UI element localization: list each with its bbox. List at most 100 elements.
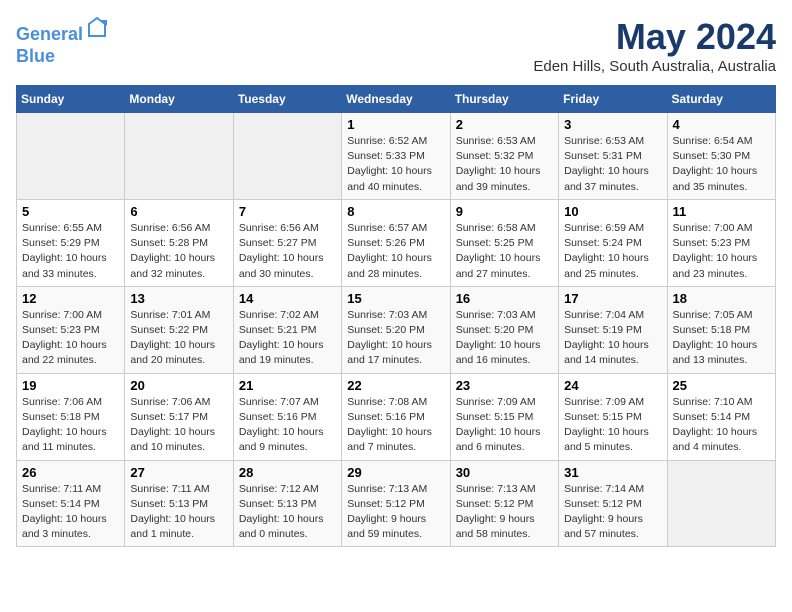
calendar-cell: 15 Sunrise: 7:03 AM Sunset: 5:20 PM Dayli…: [342, 286, 450, 373]
calendar-cell: [125, 113, 233, 200]
calendar-cell: 2 Sunrise: 6:53 AM Sunset: 5:32 PM Daylig…: [450, 113, 558, 200]
cell-content: Sunrise: 7:04 AM Sunset: 5:19 PM Dayligh…: [564, 308, 661, 369]
calendar-cell: 24 Sunrise: 7:09 AM Sunset: 5:15 PM Dayli…: [559, 373, 667, 460]
cell-content: Sunrise: 7:05 AM Sunset: 5:18 PM Dayligh…: [673, 308, 770, 369]
cell-content: Sunrise: 7:06 AM Sunset: 5:18 PM Dayligh…: [22, 395, 119, 456]
day-number: 4: [673, 117, 770, 132]
day-number: 30: [456, 465, 553, 480]
day-number: 15: [347, 291, 444, 306]
calendar-table: SundayMondayTuesdayWednesdayThursdayFrid…: [16, 85, 776, 547]
day-number: 31: [564, 465, 661, 480]
calendar-cell: 6 Sunrise: 6:56 AM Sunset: 5:28 PM Daylig…: [125, 199, 233, 286]
calendar-header-row: SundayMondayTuesdayWednesdayThursdayFrid…: [17, 86, 776, 113]
day-number: 22: [347, 378, 444, 393]
day-number: 2: [456, 117, 553, 132]
cell-content: Sunrise: 6:56 AM Sunset: 5:28 PM Dayligh…: [130, 221, 227, 282]
cell-content: Sunrise: 7:11 AM Sunset: 5:14 PM Dayligh…: [22, 482, 119, 543]
calendar-cell: 13Sunrise: 7:01 AM Sunset: 5:22 PM Dayli…: [125, 286, 233, 373]
calendar-cell: [17, 113, 125, 200]
cell-content: Sunrise: 7:00 AM Sunset: 5:23 PM Dayligh…: [673, 221, 770, 282]
calendar-cell: 4Sunrise: 6:54 AM Sunset: 5:30 PM Daylig…: [667, 113, 775, 200]
calendar-cell: 17 Sunrise: 7:04 AM Sunset: 5:19 PM Dayli…: [559, 286, 667, 373]
cell-content: Sunrise: 7:00 AM Sunset: 5:23 PM Dayligh…: [22, 308, 119, 369]
day-number: 25: [673, 378, 770, 393]
day-number: 29: [347, 465, 444, 480]
cell-content: Sunrise: 7:13 AM Sunset: 5:12 PM Dayligh…: [347, 482, 444, 543]
cell-content: Sunrise: 7:06 AM Sunset: 5:17 PM Dayligh…: [130, 395, 227, 456]
calendar-cell: 30 Sunrise: 7:13 AM Sunset: 5:12 PM Dayli…: [450, 460, 558, 547]
calendar-cell: 3 Sunrise: 6:53 AM Sunset: 5:31 PM Daylig…: [559, 113, 667, 200]
day-number: 16: [456, 291, 553, 306]
cell-content: Sunrise: 7:12 AM Sunset: 5:13 PM Dayligh…: [239, 482, 336, 543]
calendar-cell: 25 Sunrise: 7:10 AM Sunset: 5:14 PM Dayli…: [667, 373, 775, 460]
calendar-cell: 5 Sunrise: 6:55 AM Sunset: 5:29 PM Daylig…: [17, 199, 125, 286]
cell-content: Sunrise: 6:59 AM Sunset: 5:24 PM Dayligh…: [564, 221, 661, 282]
day-number: 17: [564, 291, 661, 306]
cell-content: Sunrise: 7:03 AM Sunset: 5:20 PM Dayligh…: [347, 308, 444, 369]
calendar-cell: 9Sunrise: 6:58 AM Sunset: 5:25 PM Daylig…: [450, 199, 558, 286]
day-of-week-header: Wednesday: [342, 86, 450, 113]
calendar-cell: 23 Sunrise: 7:09 AM Sunset: 5:15 PM Dayli…: [450, 373, 558, 460]
calendar-cell: 12 Sunrise: 7:00 AM Sunset: 5:23 PM Dayli…: [17, 286, 125, 373]
day-number: 26: [22, 465, 119, 480]
calendar-cell: 22 Sunrise: 7:08 AM Sunset: 5:16 PM Dayli…: [342, 373, 450, 460]
day-number: 18: [673, 291, 770, 306]
cell-content: Sunrise: 6:53 AM Sunset: 5:32 PM Dayligh…: [456, 134, 553, 195]
calendar-cell: 27 Sunrise: 7:11 AM Sunset: 5:13 PM Dayli…: [125, 460, 233, 547]
day-number: 6: [130, 204, 227, 219]
day-number: 1: [347, 117, 444, 132]
calendar-cell: 21 Sunrise: 7:07 AM Sunset: 5:16 PM Dayli…: [233, 373, 341, 460]
cell-content: Sunrise: 7:07 AM Sunset: 5:16 PM Dayligh…: [239, 395, 336, 456]
day-number: 24: [564, 378, 661, 393]
cell-content: Sunrise: 6:58 AM Sunset: 5:25 PM Dayligh…: [456, 221, 553, 282]
calendar-cell: 20 Sunrise: 7:06 AM Sunset: 5:17 PM Dayli…: [125, 373, 233, 460]
cell-content: Sunrise: 7:08 AM Sunset: 5:16 PM Dayligh…: [347, 395, 444, 456]
cell-content: Sunrise: 7:10 AM Sunset: 5:14 PM Dayligh…: [673, 395, 770, 456]
day-number: 3: [564, 117, 661, 132]
calendar-week-row: 5 Sunrise: 6:55 AM Sunset: 5:29 PM Daylig…: [17, 199, 776, 286]
cell-content: Sunrise: 7:09 AM Sunset: 5:15 PM Dayligh…: [456, 395, 553, 456]
day-number: 5: [22, 204, 119, 219]
calendar-cell: 28 Sunrise: 7:12 AM Sunset: 5:13 PM Dayli…: [233, 460, 341, 547]
calendar-cell: 8Sunrise: 6:57 AM Sunset: 5:26 PM Daylig…: [342, 199, 450, 286]
day-number: 21: [239, 378, 336, 393]
calendar-cell: 18 Sunrise: 7:05 AM Sunset: 5:18 PM Dayli…: [667, 286, 775, 373]
calendar-body: 1 Sunrise: 6:52 AM Sunset: 5:33 PM Daylig…: [17, 113, 776, 547]
cell-content: Sunrise: 7:11 AM Sunset: 5:13 PM Dayligh…: [130, 482, 227, 543]
calendar-week-row: 1 Sunrise: 6:52 AM Sunset: 5:33 PM Daylig…: [17, 113, 776, 200]
day-number: 20: [130, 378, 227, 393]
day-number: 12: [22, 291, 119, 306]
page-header: General Blue May 2024 Eden Hills, South …: [16, 16, 776, 75]
day-number: 8: [347, 204, 444, 219]
calendar-week-row: 12 Sunrise: 7:00 AM Sunset: 5:23 PM Dayli…: [17, 286, 776, 373]
cell-content: Sunrise: 7:13 AM Sunset: 5:12 PM Dayligh…: [456, 482, 553, 543]
title-block: May 2024 Eden Hills, South Australia, Au…: [533, 16, 776, 75]
day-number: 19: [22, 378, 119, 393]
calendar-cell: 29 Sunrise: 7:13 AM Sunset: 5:12 PM Dayli…: [342, 460, 450, 547]
month-title: May 2024: [533, 16, 776, 58]
day-number: 7: [239, 204, 336, 219]
day-number: 23: [456, 378, 553, 393]
cell-content: Sunrise: 7:01 AM Sunset: 5:22 PM Dayligh…: [130, 308, 227, 369]
cell-content: Sunrise: 7:02 AM Sunset: 5:21 PM Dayligh…: [239, 308, 336, 369]
day-of-week-header: Monday: [125, 86, 233, 113]
day-number: 11: [673, 204, 770, 219]
calendar-cell: 16Sunrise: 7:03 AM Sunset: 5:20 PM Dayli…: [450, 286, 558, 373]
calendar-cell: 10Sunrise: 6:59 AM Sunset: 5:24 PM Dayli…: [559, 199, 667, 286]
calendar-cell: 19 Sunrise: 7:06 AM Sunset: 5:18 PM Dayli…: [17, 373, 125, 460]
cell-content: Sunrise: 6:53 AM Sunset: 5:31 PM Dayligh…: [564, 134, 661, 195]
cell-content: Sunrise: 6:52 AM Sunset: 5:33 PM Dayligh…: [347, 134, 444, 195]
day-of-week-header: Tuesday: [233, 86, 341, 113]
day-number: 28: [239, 465, 336, 480]
calendar-cell: 11 Sunrise: 7:00 AM Sunset: 5:23 PM Dayli…: [667, 199, 775, 286]
calendar-cell: [233, 113, 341, 200]
day-of-week-header: Thursday: [450, 86, 558, 113]
day-number: 27: [130, 465, 227, 480]
calendar-week-row: 26 Sunrise: 7:11 AM Sunset: 5:14 PM Dayli…: [17, 460, 776, 547]
day-number: 14: [239, 291, 336, 306]
location: Eden Hills, South Australia, Australia: [533, 58, 776, 75]
logo-text: General: [16, 16, 109, 46]
cell-content: Sunrise: 7:09 AM Sunset: 5:15 PM Dayligh…: [564, 395, 661, 456]
cell-content: Sunrise: 6:55 AM Sunset: 5:29 PM Dayligh…: [22, 221, 119, 282]
cell-content: Sunrise: 6:56 AM Sunset: 5:27 PM Dayligh…: [239, 221, 336, 282]
